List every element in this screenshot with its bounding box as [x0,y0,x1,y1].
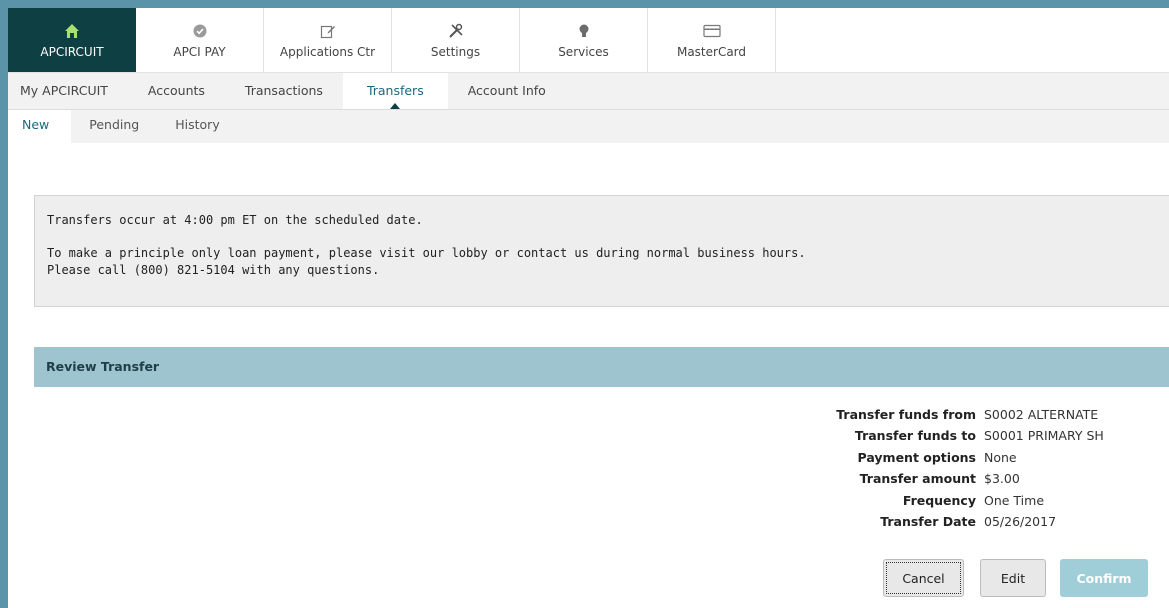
detail-label: Transfer amount [859,471,976,487]
detail-value: One Time [984,492,1045,508]
notice-line: Please call (800) 821-5104 with any ques… [47,263,380,277]
check-circle-icon [193,21,207,41]
detail-row: Transfer funds to S0001 PRIMARY SH [34,425,1150,446]
detail-label: Transfer funds from [836,407,976,422]
top-nav-apcircuit[interactable]: APCIRCUIT [8,8,136,72]
top-nav-applications-ctr[interactable]: Applications Ctr [264,8,392,72]
top-nav-label: MasterCard [676,45,747,59]
review-details: Transfer funds from S0002 ALTERNATE Tran… [34,404,1150,532]
subnav-transactions[interactable]: Transactions [225,73,343,109]
cancel-button[interactable]: Cancel [883,559,964,597]
top-nav-services[interactable]: Services [520,8,648,72]
edit-form-icon [320,21,336,41]
top-nav-label: Services [558,45,609,59]
subnav-label: Transfers [366,83,424,98]
detail-row: Transfer amount $3.00 [34,468,1150,489]
app-frame: APCIRCUIT APCI PAY Applications Ctr Sett… [8,8,1169,608]
review-transfer-header: Review Transfer [34,347,1169,387]
detail-label: Transfer funds to [854,428,976,444]
detail-value: None [984,449,1017,465]
tools-icon [448,21,464,41]
detail-row: Frequency One Time [34,490,1150,511]
detail-value: S0001 PRIMARY SH [984,428,1104,444]
notice-line: Transfers occur at 4:00 pm ET on the sch… [47,213,423,227]
secondary-nav: My APCIRCUIT Accounts Transactions Trans… [8,73,1169,110]
top-nav-apci-pay[interactable]: APCI PAY [136,8,264,72]
confirm-button[interactable]: Confirm [1060,559,1148,597]
detail-label: Transfer Date [880,513,976,529]
detail-label: Payment options [857,449,976,465]
detail-row: Transfer Date 05/26/2017 [34,511,1150,532]
review-actions: Cancel Edit Confirm [883,559,1148,597]
top-nav-mastercard[interactable]: MasterCard [648,8,776,72]
active-caret-icon [390,103,401,109]
transfer-tabs: New Pending History [8,110,1169,143]
detail-row: Payment options None [34,447,1150,468]
detail-value: S0002 ALTERNATE [984,407,1099,422]
notice-line: To make a principle only loan payment, p… [47,246,806,260]
top-nav-label: APCIRCUIT [40,45,104,59]
top-nav-label: Applications Ctr [279,45,376,59]
detail-row: Transfer funds from S0002 ALTERNATE [34,404,1150,425]
detail-value: 05/26/2017 [984,513,1057,529]
tab-history[interactable]: History [157,110,237,143]
subnav-accounts[interactable]: Accounts [128,73,225,109]
detail-value: $3.00 [984,471,1020,487]
credit-card-icon [702,21,721,41]
top-nav-label: APCI PAY [173,45,226,59]
detail-label: Frequency [902,492,976,508]
subnav-my-apcircuit[interactable]: My APCIRCUIT [8,73,128,109]
lightbulb-icon [578,21,590,41]
top-nav: APCIRCUIT APCI PAY Applications Ctr Sett… [8,8,1169,73]
top-nav-label: Settings [430,45,481,59]
subnav-account-info[interactable]: Account Info [448,73,566,109]
edit-button[interactable]: Edit [980,559,1046,597]
tab-new[interactable]: New [8,110,72,143]
tab-pending[interactable]: Pending [71,110,157,143]
transfer-notice: Transfers occur at 4:00 pm ET on the sch… [34,195,1169,307]
top-nav-settings[interactable]: Settings [392,8,520,72]
subnav-transfers[interactable]: Transfers [342,73,448,109]
home-icon [64,21,80,41]
